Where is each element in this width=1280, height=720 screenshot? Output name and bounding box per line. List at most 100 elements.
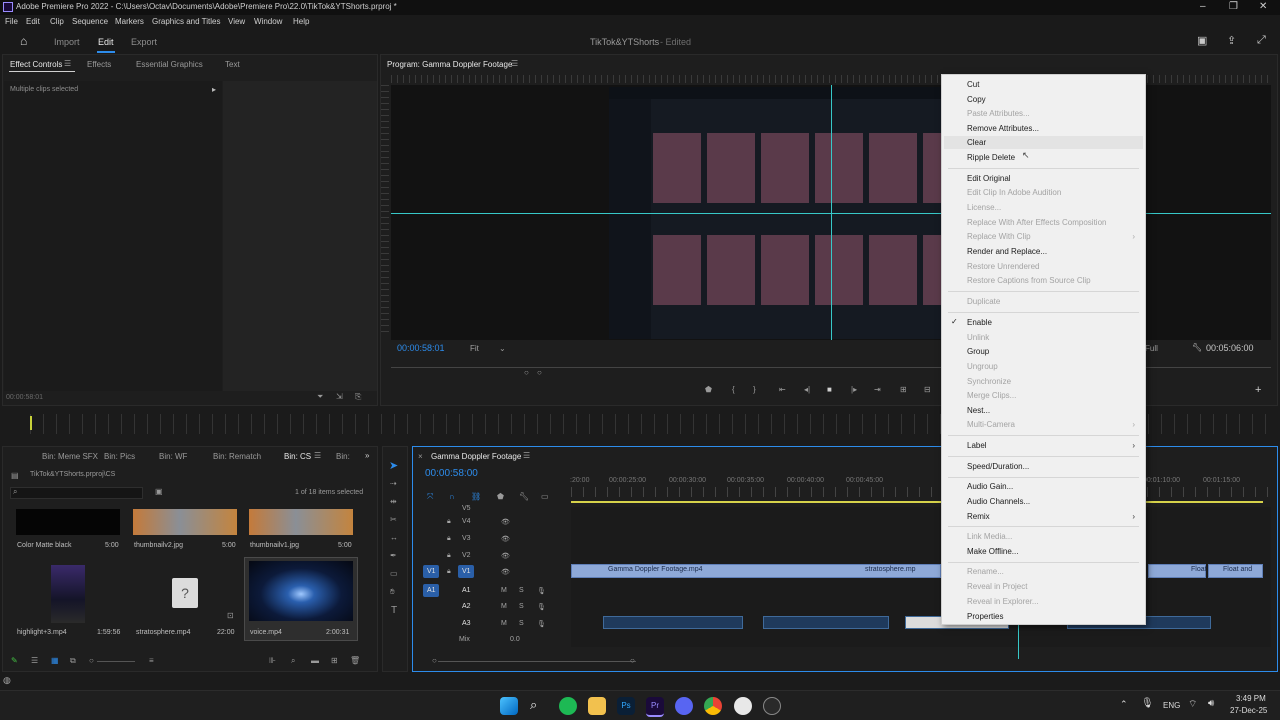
thumbnail-voice[interactable] bbox=[249, 561, 353, 621]
mix-value[interactable]: 0.0 bbox=[510, 636, 520, 643]
track-a1[interactable]: A1 bbox=[462, 587, 471, 594]
tab-text[interactable]: Text bbox=[225, 60, 240, 69]
filter-icon[interactable]: ⏷ bbox=[317, 392, 323, 402]
bin-rematch[interactable]: Bin: Rematch bbox=[213, 452, 261, 461]
eye-icon[interactable]: 👁︎ bbox=[501, 568, 510, 576]
track-a2[interactable]: A2 bbox=[462, 603, 471, 610]
export-frame-icon[interactable]: ⇲ bbox=[336, 392, 343, 401]
go-to-out-icon[interactable]: ⇥ bbox=[874, 385, 881, 394]
type-tool-icon[interactable]: T bbox=[391, 605, 397, 616]
trash-icon[interactable]: 🗑︎ bbox=[350, 656, 360, 665]
slider-handle-icon[interactable]: ○ bbox=[89, 656, 94, 665]
pencil-icon[interactable]: ✎ bbox=[11, 656, 18, 665]
selection-tool-icon[interactable]: ➤ bbox=[389, 459, 398, 472]
menu-remix[interactable]: Remix bbox=[967, 512, 990, 521]
track-a3[interactable]: A3 bbox=[462, 620, 471, 627]
menu-nest[interactable]: Nest... bbox=[967, 406, 990, 415]
quick-export-icon[interactable]: ▣ bbox=[1197, 34, 1207, 47]
premiere-icon[interactable]: Pr bbox=[646, 697, 664, 717]
eye-icon[interactable]: 👁︎ bbox=[501, 518, 510, 526]
panel-menu-icon[interactable]: ☰ bbox=[523, 451, 530, 460]
eye-icon[interactable]: 👁︎ bbox=[501, 552, 510, 560]
fit-chevron-icon[interactable]: ⌄ bbox=[499, 344, 506, 353]
steam-icon[interactable] bbox=[763, 697, 781, 715]
bin-more[interactable]: Bin: bbox=[336, 452, 350, 461]
new-item-icon[interactable]: ⊞ bbox=[331, 656, 338, 665]
captions-icon[interactable]: ▭ bbox=[541, 492, 549, 501]
language-indicator[interactable]: ENG bbox=[1163, 701, 1180, 710]
share-icon[interactable]: ⇪ bbox=[1227, 34, 1236, 47]
icon-view-icon[interactable]: ▦ bbox=[51, 656, 59, 665]
marker-icon[interactable]: ⬟ bbox=[705, 385, 712, 394]
spotify-icon[interactable] bbox=[559, 697, 577, 715]
linked-selection-icon[interactable]: ⛓ bbox=[471, 492, 481, 501]
zoom-handle-icon[interactable]: ○ bbox=[524, 368, 529, 377]
mic-icon[interactable]: 🎙︎ bbox=[537, 603, 546, 611]
pen-icon[interactable]: ✒ bbox=[390, 551, 397, 560]
mark-out-icon[interactable]: } bbox=[753, 385, 756, 394]
menu-view[interactable]: View bbox=[228, 17, 245, 26]
menu-sequence[interactable]: Sequence bbox=[72, 17, 108, 26]
clock-app-icon[interactable] bbox=[734, 697, 752, 715]
bin-pics[interactable]: Bin: Pics bbox=[104, 452, 135, 461]
workspace-edit[interactable]: Edit bbox=[98, 37, 114, 47]
extract-icon[interactable]: ⊟ bbox=[924, 385, 931, 394]
menu-graphics[interactable]: Graphics and Titles bbox=[152, 17, 220, 26]
go-to-in-icon[interactable]: ⇤ bbox=[779, 385, 786, 394]
zoom-handle-icon-2[interactable]: ○ bbox=[537, 368, 542, 377]
minimize-icon[interactable]: – bbox=[1200, 1, 1206, 12]
search-icon[interactable]: ⌕ bbox=[530, 697, 537, 713]
volume-icon[interactable]: 🔊︎ bbox=[1208, 698, 1214, 709]
bin-cs[interactable]: Bin: CS bbox=[284, 452, 311, 461]
wifi-icon[interactable]: ⌔ bbox=[1188, 698, 1197, 711]
workspace-export[interactable]: Export bbox=[131, 37, 157, 47]
lock-icon[interactable]: 🔒︎ bbox=[447, 568, 451, 576]
start-icon[interactable] bbox=[500, 697, 518, 715]
ripple-edit-icon[interactable]: ⇹ bbox=[390, 497, 397, 506]
mute-icon[interactable]: M bbox=[501, 603, 507, 610]
microphone-icon[interactable]: 🎙︎ bbox=[1141, 698, 1154, 709]
menu-enable[interactable]: Enable bbox=[967, 318, 992, 327]
lift-icon[interactable]: ⊞ bbox=[900, 385, 907, 394]
panel-menu-icon[interactable]: ☰ bbox=[314, 451, 321, 460]
menu-speed-duration[interactable]: Speed/Duration... bbox=[967, 462, 1029, 471]
home-icon[interactable]: ⌂ bbox=[20, 34, 27, 48]
mute-icon[interactable]: M bbox=[501, 587, 507, 594]
menu-window[interactable]: Window bbox=[254, 17, 282, 26]
mute-icon[interactable]: M bbox=[501, 620, 507, 627]
new-bin-icon[interactable]: ▣ bbox=[155, 487, 163, 496]
audio-clip-2[interactable] bbox=[763, 616, 889, 629]
stop-icon[interactable]: ■ bbox=[827, 385, 832, 394]
tab-effect-controls[interactable]: Effect Controls bbox=[10, 60, 62, 69]
new-bin-bottom-icon[interactable]: ▬ bbox=[311, 656, 319, 665]
thumbnail-thumbnailv1[interactable] bbox=[249, 509, 353, 535]
program-timecode[interactable]: 00:00:58:01 bbox=[397, 343, 445, 353]
track-v3[interactable]: V3 bbox=[462, 535, 471, 542]
wrench-icon[interactable]: 🔧︎ bbox=[1192, 343, 1202, 352]
zoom-slider[interactable] bbox=[97, 661, 135, 662]
track-v4[interactable]: V4 bbox=[462, 518, 471, 525]
file-explorer-icon[interactable] bbox=[588, 697, 606, 715]
menu-ripple-delete[interactable]: Ripple Delete bbox=[967, 153, 1015, 162]
automate-icon[interactable]: ⊪ bbox=[269, 656, 276, 665]
photoshop-icon[interactable]: Ps bbox=[617, 697, 635, 715]
thumbnail-thumbnailv2[interactable] bbox=[133, 509, 237, 535]
menu-clear[interactable]: Clear bbox=[967, 138, 986, 147]
rectangle-icon[interactable]: ▭ bbox=[390, 569, 398, 578]
step-back-icon[interactable]: ◂| bbox=[804, 385, 810, 394]
lock-icon[interactable]: 🔒︎ bbox=[447, 552, 451, 560]
audio-clip-1[interactable] bbox=[603, 616, 743, 629]
quality-dropdown[interactable]: Full bbox=[1145, 344, 1158, 353]
mic-icon[interactable]: 🎙︎ bbox=[537, 587, 546, 595]
menu-markers[interactable]: Markers bbox=[115, 17, 144, 26]
add-marker-icon[interactable]: ⬟ bbox=[497, 492, 504, 501]
timeline-settings-icon[interactable]: 🔧︎ bbox=[519, 492, 529, 501]
menu-render-replace[interactable]: Render and Replace... bbox=[967, 247, 1047, 256]
razor-icon[interactable]: ✂ bbox=[390, 515, 397, 524]
menu-edit[interactable]: Edit bbox=[26, 17, 40, 26]
mark-in-icon[interactable]: { bbox=[732, 385, 735, 394]
eye-icon[interactable]: 👁︎ bbox=[501, 535, 510, 543]
work-area-bar[interactable] bbox=[571, 501, 1263, 503]
bin-meme-sfx[interactable]: Bin: Meme SFX bbox=[42, 452, 98, 461]
track-v5[interactable]: V5 bbox=[462, 505, 471, 512]
